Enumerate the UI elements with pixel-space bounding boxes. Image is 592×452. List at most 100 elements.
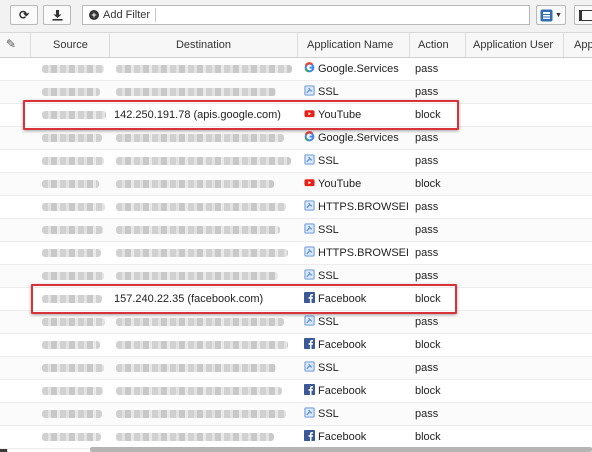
ssl-icon [304, 407, 318, 420]
table-row[interactable]: Google.Services pass [0, 127, 592, 150]
download-icon [52, 9, 62, 21]
action-cell: block [415, 385, 441, 397]
google-icon [304, 62, 318, 75]
ssl-icon [304, 223, 318, 236]
destination-redacted [116, 433, 274, 441]
application-name-cell: SSL [304, 219, 408, 241]
ssl-icon [304, 200, 318, 213]
source-redacted [42, 410, 102, 418]
table-row[interactable]: Google.Services pass [0, 58, 592, 81]
application-name-text: SSL [318, 270, 339, 282]
ssl-icon [304, 246, 318, 259]
refresh-icon: ⟳ [18, 8, 30, 22]
facebook-icon [304, 430, 318, 443]
table-row[interactable]: Facebook block [0, 426, 592, 449]
destination-redacted [116, 341, 288, 349]
application-name-cell: Facebook [304, 334, 408, 356]
source-redacted [42, 272, 104, 280]
source-redacted [42, 387, 103, 395]
table-row[interactable]: SSL pass [0, 311, 592, 334]
application-name-cell: SSL [304, 150, 408, 172]
source-redacted [42, 341, 100, 349]
col-application-user[interactable]: Application User [465, 33, 563, 57]
table-row[interactable]: SSL pass [0, 150, 592, 173]
export-menu-button[interactable]: ▼ [536, 5, 566, 25]
col-app[interactable]: App [563, 33, 592, 57]
destination-redacted [116, 364, 276, 372]
destination-redacted [116, 226, 280, 234]
table-row[interactable]: HTTPS.BROWSER pass [0, 242, 592, 265]
destination-redacted [116, 387, 282, 395]
application-name-cell: SSL [304, 357, 408, 379]
application-name-cell: Facebook [304, 380, 408, 402]
source-redacted [42, 249, 101, 257]
source-redacted [42, 157, 104, 165]
paperclip-icon: ✎ [6, 37, 17, 51]
application-name-cell: HTTPS.BROWSER [304, 242, 408, 264]
highlight-box [31, 284, 457, 314]
application-name-cell: YouTube [304, 173, 408, 195]
columns-icon [579, 9, 592, 21]
action-cell: pass [415, 316, 439, 328]
application-name-cell: SSL [304, 311, 408, 333]
action-cell: pass [415, 132, 439, 144]
add-filter-button[interactable]: + Add Filter [86, 8, 157, 22]
destination-redacted [116, 65, 292, 73]
application-name-text: SSL [318, 362, 339, 374]
destination-redacted [116, 410, 286, 418]
source-redacted [42, 180, 99, 188]
application-name-text: SSL [318, 155, 339, 167]
facebook-icon [304, 338, 318, 351]
destination-redacted [116, 318, 284, 326]
application-name-text: SSL [318, 224, 339, 236]
source-redacted [42, 226, 103, 234]
source-redacted [42, 203, 105, 211]
columns-button[interactable] [574, 5, 592, 25]
attachment-column[interactable]: ✎ [0, 33, 30, 57]
col-source[interactable]: Source [30, 33, 109, 57]
col-destination[interactable]: Destination [109, 33, 297, 57]
application-name-text: Facebook [318, 385, 367, 397]
action-cell: block [415, 339, 441, 351]
source-redacted [42, 364, 104, 372]
table-row[interactable]: SSL pass [0, 403, 592, 426]
application-name-text: Google.Services [318, 63, 399, 75]
table-row[interactable]: YouTube block [0, 173, 592, 196]
ssl-icon [304, 269, 318, 282]
action-cell: pass [415, 201, 439, 213]
toolbar: ⟳ + Add Filter ▼ [0, 0, 592, 33]
col-action[interactable]: Action [409, 33, 465, 57]
col-application-name[interactable]: Application Name [297, 33, 409, 57]
destination-redacted [116, 88, 276, 96]
filter-bar[interactable]: + Add Filter [82, 5, 530, 25]
action-cell: pass [415, 155, 439, 167]
application-name-text: HTTPS.BROWSER [318, 201, 408, 213]
table-row[interactable]: HTTPS.BROWSER pass [0, 196, 592, 219]
application-name-text: Google.Services [318, 132, 399, 144]
download-button[interactable] [43, 5, 71, 25]
application-name-cell: Google.Services [304, 58, 408, 80]
table-row[interactable]: Facebook block [0, 380, 592, 403]
plus-icon: + [89, 10, 99, 20]
highlight-box [23, 100, 459, 130]
destination-redacted [116, 203, 286, 211]
ssl-icon [304, 361, 318, 374]
application-name-cell: SSL [304, 403, 408, 425]
table-row[interactable]: SSL pass [0, 357, 592, 380]
ssl-icon [304, 85, 318, 98]
source-redacted [42, 433, 101, 441]
horizontal-scrollbar[interactable] [90, 447, 592, 452]
source-redacted [42, 318, 105, 326]
action-cell: block [415, 431, 441, 443]
table-row[interactable]: Facebook block [0, 334, 592, 357]
application-name-text: SSL [318, 408, 339, 420]
application-name-text: SSL [318, 86, 339, 98]
refresh-button[interactable]: ⟳ [10, 5, 38, 25]
table-row[interactable]: SSL pass [0, 219, 592, 242]
destination-redacted [116, 249, 288, 257]
chevron-down-icon: ▼ [555, 11, 562, 19]
facebook-icon [304, 384, 318, 397]
spreadsheet-icon [540, 9, 553, 21]
add-filter-label: Add Filter [103, 9, 151, 21]
action-cell: pass [415, 408, 439, 420]
